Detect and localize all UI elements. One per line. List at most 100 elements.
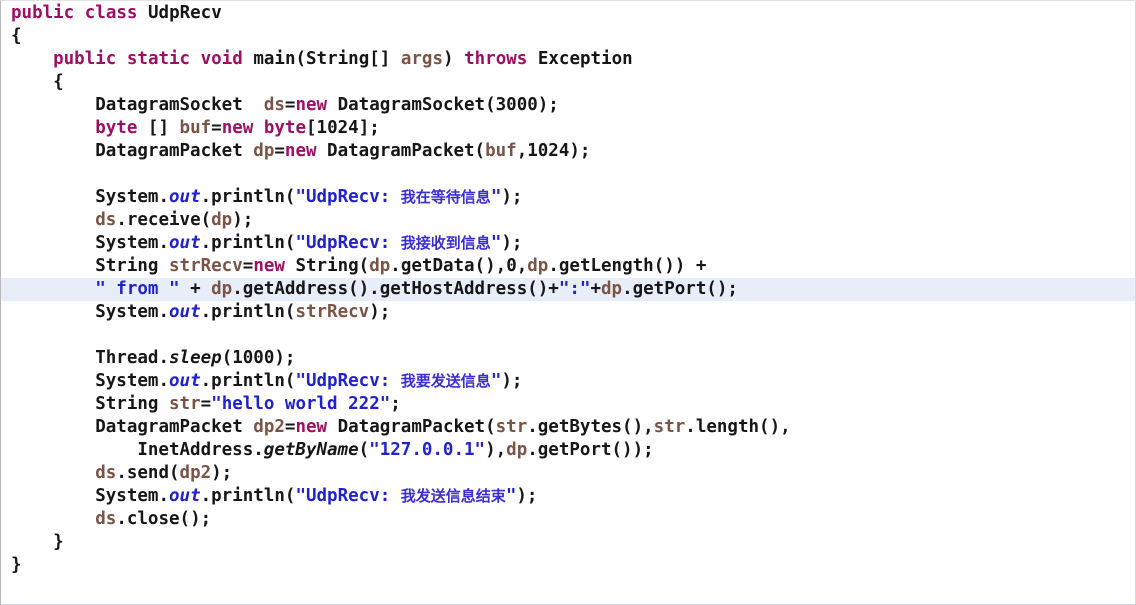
code-token-pl: .println(: [200, 371, 296, 391]
code-token-pl: {: [11, 26, 22, 46]
code-line[interactable]: String strRecv=new String(dp.getData(),0…: [1, 255, 1135, 278]
code-line[interactable]: }: [1, 531, 1135, 554]
code-token-pl: System.: [95, 486, 169, 506]
code-token-var: dp: [253, 141, 275, 161]
code-token-pl: DatagramPacket: [95, 417, 254, 437]
code-token-pl: .close();: [116, 509, 212, 529]
code-token-pl: );: [501, 371, 523, 391]
code-token-pl: );: [369, 302, 391, 322]
code-line-highlighted[interactable]: " from " + dp.getAddress().getHostAddres…: [1, 278, 1135, 301]
code-token-str: ": [490, 233, 502, 253]
code-token-pl: String: [95, 394, 169, 414]
code-token-cn: 我接收到信息: [400, 234, 491, 252]
code-token-pl: ,1024);: [516, 141, 591, 161]
code-token-stat: out: [169, 486, 201, 506]
code-token-kw: class: [84, 3, 138, 23]
code-token-pl: String(: [284, 256, 370, 276]
code-line[interactable]: [1, 163, 1135, 186]
code-line[interactable]: System.out.println("UdpRecv: 我要发送信息");: [1, 370, 1135, 393]
code-token-stat: out: [169, 371, 201, 391]
code-token-pl: [1024];: [306, 118, 380, 138]
code-content[interactable]: public class UdpRecv{public static void …: [1, 1, 1135, 577]
code-line[interactable]: InetAddress.getByName("127.0.0.1"),dp.ge…: [1, 439, 1135, 462]
code-line[interactable]: System.out.println("UdpRecv: 我接收到信息");: [1, 232, 1135, 255]
code-line[interactable]: byte [] buf=new byte[1024];: [1, 117, 1135, 140]
code-line[interactable]: String str="hello world 222";: [1, 393, 1135, 416]
code-token-pl: main(String[]: [253, 49, 401, 69]
code-token-pl: DatagramPacket(: [316, 141, 486, 161]
code-token-kw: byte: [263, 118, 307, 138]
code-line[interactable]: [1, 324, 1135, 347]
code-token-kw: public: [53, 49, 117, 69]
code-line[interactable]: DatagramPacket dp=new DatagramPacket(buf…: [1, 140, 1135, 163]
code-token-var: strRecv: [295, 302, 370, 322]
code-token-var: dp: [601, 279, 623, 299]
code-line[interactable]: public class UdpRecv: [1, 2, 1135, 25]
code-token-str: ": [490, 371, 502, 391]
code-token-pl: ),: [485, 440, 507, 460]
code-token-cn: 我在等待信息: [400, 188, 491, 206]
code-token-pl: +: [590, 279, 601, 299]
code-token-var: dp: [527, 256, 549, 276]
code-token-pl: String: [95, 256, 169, 276]
code-token-pl: .receive(: [116, 210, 212, 230]
code-line[interactable]: {: [1, 71, 1135, 94]
code-editor[interactable]: public class UdpRecv{public static void …: [0, 0, 1136, 605]
code-token-var: ds: [263, 95, 285, 115]
code-token-var: dp2: [179, 463, 212, 483]
code-token-pl: System.: [95, 302, 169, 322]
code-token-pl: Thread.: [95, 348, 169, 368]
code-token-str: "hello world 222": [211, 394, 391, 414]
code-token-str: ": [490, 187, 502, 207]
code-line[interactable]: System.out.println("UdpRecv: 我发送信息结束");: [1, 485, 1135, 508]
code-line[interactable]: ds.send(dp2);: [1, 462, 1135, 485]
code-token-pl: System.: [95, 187, 169, 207]
code-token-var: buf: [485, 141, 517, 161]
code-token-str: "UdpRecv:: [295, 233, 401, 253]
code-token-var: ds: [95, 210, 117, 230]
code-line[interactable]: System.out.println(strRecv);: [1, 301, 1135, 324]
code-token-pl: =: [284, 417, 296, 437]
code-token-kw: public: [11, 3, 75, 23]
code-token-str: "UdpRecv:: [295, 371, 401, 391]
code-token-pl: .send(: [116, 463, 180, 483]
code-line[interactable]: ds.receive(dp);: [1, 209, 1135, 232]
code-line[interactable]: System.out.println("UdpRecv: 我在等待信息");: [1, 186, 1135, 209]
code-token-pl: DatagramSocket(3000);: [327, 95, 559, 115]
code-token-str: "UdpRecv:: [295, 486, 401, 506]
code-line[interactable]: DatagramSocket ds=new DatagramSocket(300…: [1, 94, 1135, 117]
code-token-var: buf: [179, 118, 212, 138]
code-token-pl: .getData(),0,: [390, 256, 528, 276]
code-token-pl: .getPort());: [527, 440, 654, 460]
code-line[interactable]: public static void main(String[] args) t…: [1, 48, 1135, 71]
code-token-pl: );: [516, 486, 538, 506]
code-token-pl: );: [232, 210, 254, 230]
code-token-pl: (: [358, 440, 370, 460]
code-line[interactable]: }: [1, 554, 1135, 577]
code-line[interactable]: DatagramPacket dp2=new DatagramPacket(st…: [1, 416, 1135, 439]
code-token-pl: .getLength()) +: [548, 256, 707, 276]
code-token-pl: .println(: [200, 486, 296, 506]
code-token-var: strRecv: [169, 256, 243, 276]
code-token-kw: void: [200, 49, 243, 69]
code-token-var: str: [169, 394, 201, 414]
code-token-var: str: [653, 417, 686, 437]
code-token-sm: getByName: [263, 440, 359, 460]
code-token-stat: out: [169, 187, 201, 207]
code-line[interactable]: {: [1, 25, 1135, 48]
code-token-var: dp: [506, 440, 528, 460]
code-token-kw: new: [284, 141, 317, 161]
code-token-stat: out: [169, 233, 201, 253]
code-line[interactable]: Thread.sleep(1000);: [1, 347, 1135, 370]
code-token-kw: new: [253, 256, 285, 276]
code-token-stat: out: [169, 302, 201, 322]
code-token-pl: System.: [95, 233, 169, 253]
code-token-pl: {: [53, 72, 64, 92]
code-token-pl: DatagramPacket: [95, 141, 254, 161]
code-token-pl: .getBytes(),: [527, 417, 654, 437]
code-token-pl: .length(),: [685, 417, 791, 437]
code-line[interactable]: ds.close();: [1, 508, 1135, 531]
